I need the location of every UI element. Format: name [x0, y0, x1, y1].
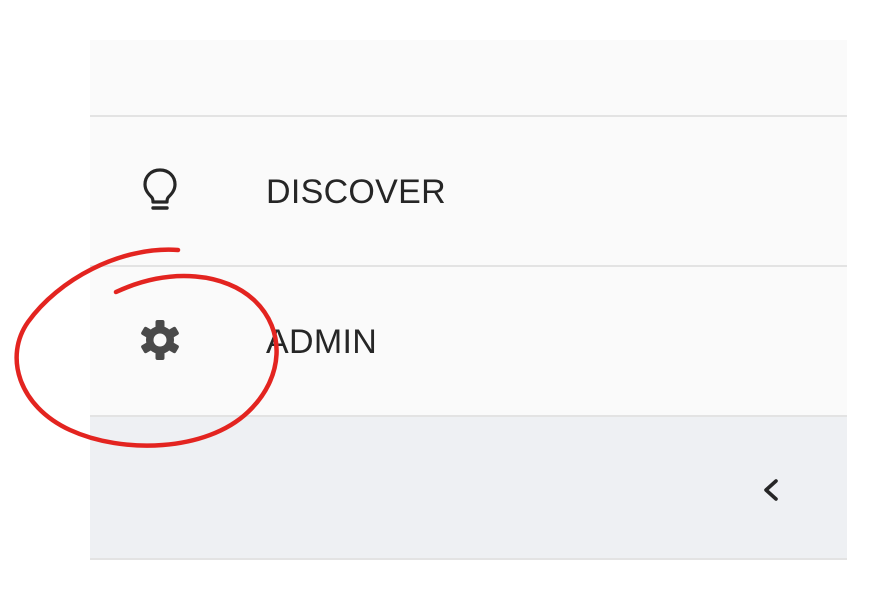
sidebar-item-admin[interactable]: ADMIN: [90, 267, 847, 417]
sidebar: DISCOVER ADMIN: [90, 40, 847, 560]
sidebar-item-discover[interactable]: DISCOVER: [90, 117, 847, 267]
lightbulb-icon: [134, 164, 186, 216]
sidebar-item-label: DISCOVER: [266, 173, 446, 211]
screenshot-canvas: DISCOVER ADMIN: [0, 0, 873, 602]
chevron-left-icon[interactable]: [754, 473, 788, 507]
sidebar-item-label: ADMIN: [266, 323, 378, 361]
gear-icon: [134, 314, 186, 366]
sidebar-header: [90, 40, 847, 117]
sidebar-footer: [90, 417, 847, 560]
